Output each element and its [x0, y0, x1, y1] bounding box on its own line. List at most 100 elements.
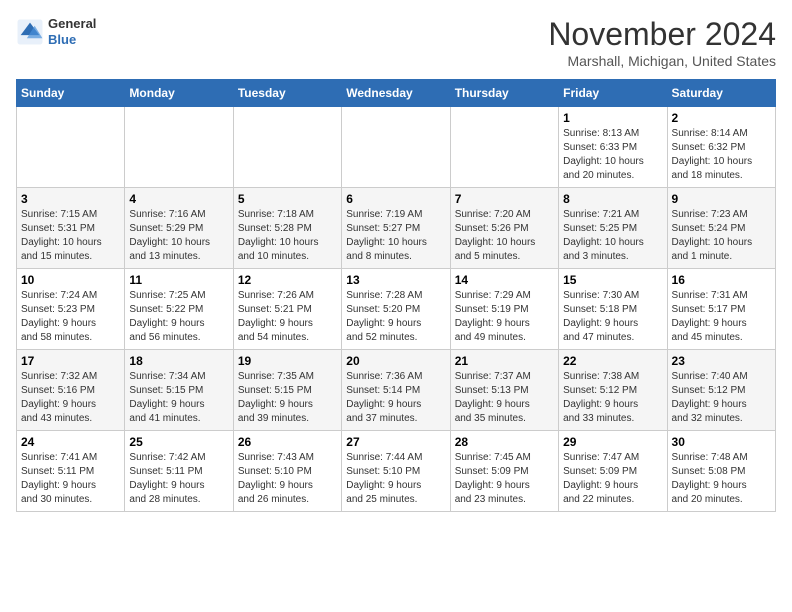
calendar-week-1: 1 Sunrise: 8:13 AM Sunset: 6:33 PM Daylig…	[17, 107, 776, 188]
day-info: Sunrise: 7:41 AM Sunset: 5:11 PM Dayligh…	[21, 451, 120, 507]
day-info: Sunrise: 7:29 AM Sunset: 5:19 PM Dayligh…	[455, 289, 554, 345]
calendar-cell: 3Sunrise: 7:15 AM Sunset: 5:31 PM Daylig…	[17, 188, 125, 269]
day-info: Sunrise: 7:36 AM Sunset: 5:14 PM Dayligh…	[346, 370, 445, 426]
day-info: Sunrise: 7:19 AM Sunset: 5:27 PM Dayligh…	[346, 208, 445, 264]
day-info: Sunrise: 7:34 AM Sunset: 5:15 PM Dayligh…	[129, 370, 228, 426]
calendar-week-2: 3Sunrise: 7:15 AM Sunset: 5:31 PM Daylig…	[17, 188, 776, 269]
logo-text: General Blue	[48, 16, 96, 47]
day-number: 19	[238, 354, 337, 368]
page-header: General Blue November 2024 Marshall, Mic…	[16, 16, 776, 69]
day-info: Sunrise: 7:38 AM Sunset: 5:12 PM Dayligh…	[563, 370, 662, 426]
day-info: Sunrise: 7:40 AM Sunset: 5:12 PM Dayligh…	[672, 370, 771, 426]
day-number: 26	[238, 435, 337, 449]
col-header-wednesday: Wednesday	[342, 80, 450, 107]
calendar-cell: 19 Sunrise: 7:35 AM Sunset: 5:15 PM Dayli…	[233, 350, 341, 431]
calendar-cell	[17, 107, 125, 188]
calendar-cell	[342, 107, 450, 188]
day-number: 3	[21, 192, 120, 206]
day-number: 22	[563, 354, 662, 368]
col-header-saturday: Saturday	[667, 80, 775, 107]
day-info: Sunrise: 7:21 AM Sunset: 5:25 PM Dayligh…	[563, 208, 662, 264]
calendar-cell: 15Sunrise: 7:30 AM Sunset: 5:18 PM Dayli…	[559, 269, 667, 350]
col-header-monday: Monday	[125, 80, 233, 107]
day-info: Sunrise: 7:45 AM Sunset: 5:09 PM Dayligh…	[455, 451, 554, 507]
day-info: Sunrise: 7:28 AM Sunset: 5:20 PM Dayligh…	[346, 289, 445, 345]
col-header-friday: Friday	[559, 80, 667, 107]
day-number: 6	[346, 192, 445, 206]
day-number: 14	[455, 273, 554, 287]
calendar-cell: 5 Sunrise: 7:18 AM Sunset: 5:28 PM Daylig…	[233, 188, 341, 269]
location: Marshall, Michigan, United States	[548, 53, 776, 69]
day-number: 10	[21, 273, 120, 287]
day-number: 27	[346, 435, 445, 449]
calendar-cell: 4 Sunrise: 7:16 AM Sunset: 5:29 PM Daylig…	[125, 188, 233, 269]
day-info: Sunrise: 7:37 AM Sunset: 5:13 PM Dayligh…	[455, 370, 554, 426]
calendar-cell: 14 Sunrise: 7:29 AM Sunset: 5:19 PM Dayli…	[450, 269, 558, 350]
logo-general: General	[48, 16, 96, 32]
logo: General Blue	[16, 16, 96, 47]
day-number: 29	[563, 435, 662, 449]
day-info: Sunrise: 7:35 AM Sunset: 5:15 PM Dayligh…	[238, 370, 337, 426]
calendar-cell: 7 Sunrise: 7:20 AM Sunset: 5:26 PM Daylig…	[450, 188, 558, 269]
day-number: 17	[21, 354, 120, 368]
calendar-cell: 11 Sunrise: 7:25 AM Sunset: 5:22 PM Dayli…	[125, 269, 233, 350]
day-info: Sunrise: 7:31 AM Sunset: 5:17 PM Dayligh…	[672, 289, 771, 345]
day-number: 5	[238, 192, 337, 206]
calendar-cell: 2 Sunrise: 8:14 AM Sunset: 6:32 PM Daylig…	[667, 107, 775, 188]
day-number: 28	[455, 435, 554, 449]
calendar-cell: 24 Sunrise: 7:41 AM Sunset: 5:11 PM Dayli…	[17, 431, 125, 512]
calendar-week-4: 17 Sunrise: 7:32 AM Sunset: 5:16 PM Dayli…	[17, 350, 776, 431]
day-number: 20	[346, 354, 445, 368]
calendar-cell: 6 Sunrise: 7:19 AM Sunset: 5:27 PM Daylig…	[342, 188, 450, 269]
calendar-cell: 12Sunrise: 7:26 AM Sunset: 5:21 PM Dayli…	[233, 269, 341, 350]
day-number: 8	[563, 192, 662, 206]
calendar-cell: 26Sunrise: 7:43 AM Sunset: 5:10 PM Dayli…	[233, 431, 341, 512]
calendar-cell: 16 Sunrise: 7:31 AM Sunset: 5:17 PM Dayli…	[667, 269, 775, 350]
day-info: Sunrise: 7:32 AM Sunset: 5:16 PM Dayligh…	[21, 370, 120, 426]
day-number: 13	[346, 273, 445, 287]
day-number: 16	[672, 273, 771, 287]
calendar-cell: 25Sunrise: 7:42 AM Sunset: 5:11 PM Dayli…	[125, 431, 233, 512]
day-info: Sunrise: 7:30 AM Sunset: 5:18 PM Dayligh…	[563, 289, 662, 345]
calendar-week-3: 10 Sunrise: 7:24 AM Sunset: 5:23 PM Dayli…	[17, 269, 776, 350]
day-number: 11	[129, 273, 228, 287]
calendar-header-row: SundayMondayTuesdayWednesdayThursdayFrid…	[17, 80, 776, 107]
day-info: Sunrise: 7:20 AM Sunset: 5:26 PM Dayligh…	[455, 208, 554, 264]
calendar-table: SundayMondayTuesdayWednesdayThursdayFrid…	[16, 79, 776, 512]
col-header-tuesday: Tuesday	[233, 80, 341, 107]
logo-icon	[16, 18, 44, 46]
day-info: Sunrise: 7:18 AM Sunset: 5:28 PM Dayligh…	[238, 208, 337, 264]
col-header-sunday: Sunday	[17, 80, 125, 107]
day-number: 4	[129, 192, 228, 206]
day-number: 9	[672, 192, 771, 206]
day-number: 2	[672, 111, 771, 125]
day-number: 18	[129, 354, 228, 368]
day-number: 23	[672, 354, 771, 368]
calendar-cell: 27 Sunrise: 7:44 AM Sunset: 5:10 PM Dayli…	[342, 431, 450, 512]
day-info: Sunrise: 7:16 AM Sunset: 5:29 PM Dayligh…	[129, 208, 228, 264]
calendar-cell: 23 Sunrise: 7:40 AM Sunset: 5:12 PM Dayli…	[667, 350, 775, 431]
day-info: Sunrise: 7:25 AM Sunset: 5:22 PM Dayligh…	[129, 289, 228, 345]
calendar-cell: 13 Sunrise: 7:28 AM Sunset: 5:20 PM Dayli…	[342, 269, 450, 350]
calendar-cell	[233, 107, 341, 188]
calendar-cell: 1 Sunrise: 8:13 AM Sunset: 6:33 PM Daylig…	[559, 107, 667, 188]
calendar-cell: 29Sunrise: 7:47 AM Sunset: 5:09 PM Dayli…	[559, 431, 667, 512]
day-info: Sunrise: 8:14 AM Sunset: 6:32 PM Dayligh…	[672, 127, 771, 183]
day-number: 24	[21, 435, 120, 449]
calendar-cell: 22 Sunrise: 7:38 AM Sunset: 5:12 PM Dayli…	[559, 350, 667, 431]
calendar-cell: 10 Sunrise: 7:24 AM Sunset: 5:23 PM Dayli…	[17, 269, 125, 350]
day-number: 7	[455, 192, 554, 206]
month-title: November 2024	[548, 16, 776, 53]
calendar-cell: 28 Sunrise: 7:45 AM Sunset: 5:09 PM Dayli…	[450, 431, 558, 512]
day-info: Sunrise: 7:24 AM Sunset: 5:23 PM Dayligh…	[21, 289, 120, 345]
day-number: 25	[129, 435, 228, 449]
day-number: 30	[672, 435, 771, 449]
day-number: 12	[238, 273, 337, 287]
day-info: Sunrise: 7:44 AM Sunset: 5:10 PM Dayligh…	[346, 451, 445, 507]
day-number: 1	[563, 111, 662, 125]
day-info: Sunrise: 7:23 AM Sunset: 5:24 PM Dayligh…	[672, 208, 771, 264]
day-info: Sunrise: 8:13 AM Sunset: 6:33 PM Dayligh…	[563, 127, 662, 183]
calendar-cell: 9 Sunrise: 7:23 AM Sunset: 5:24 PM Daylig…	[667, 188, 775, 269]
calendar-cell: 30Sunrise: 7:48 AM Sunset: 5:08 PM Dayli…	[667, 431, 775, 512]
calendar-cell: 18 Sunrise: 7:34 AM Sunset: 5:15 PM Dayli…	[125, 350, 233, 431]
